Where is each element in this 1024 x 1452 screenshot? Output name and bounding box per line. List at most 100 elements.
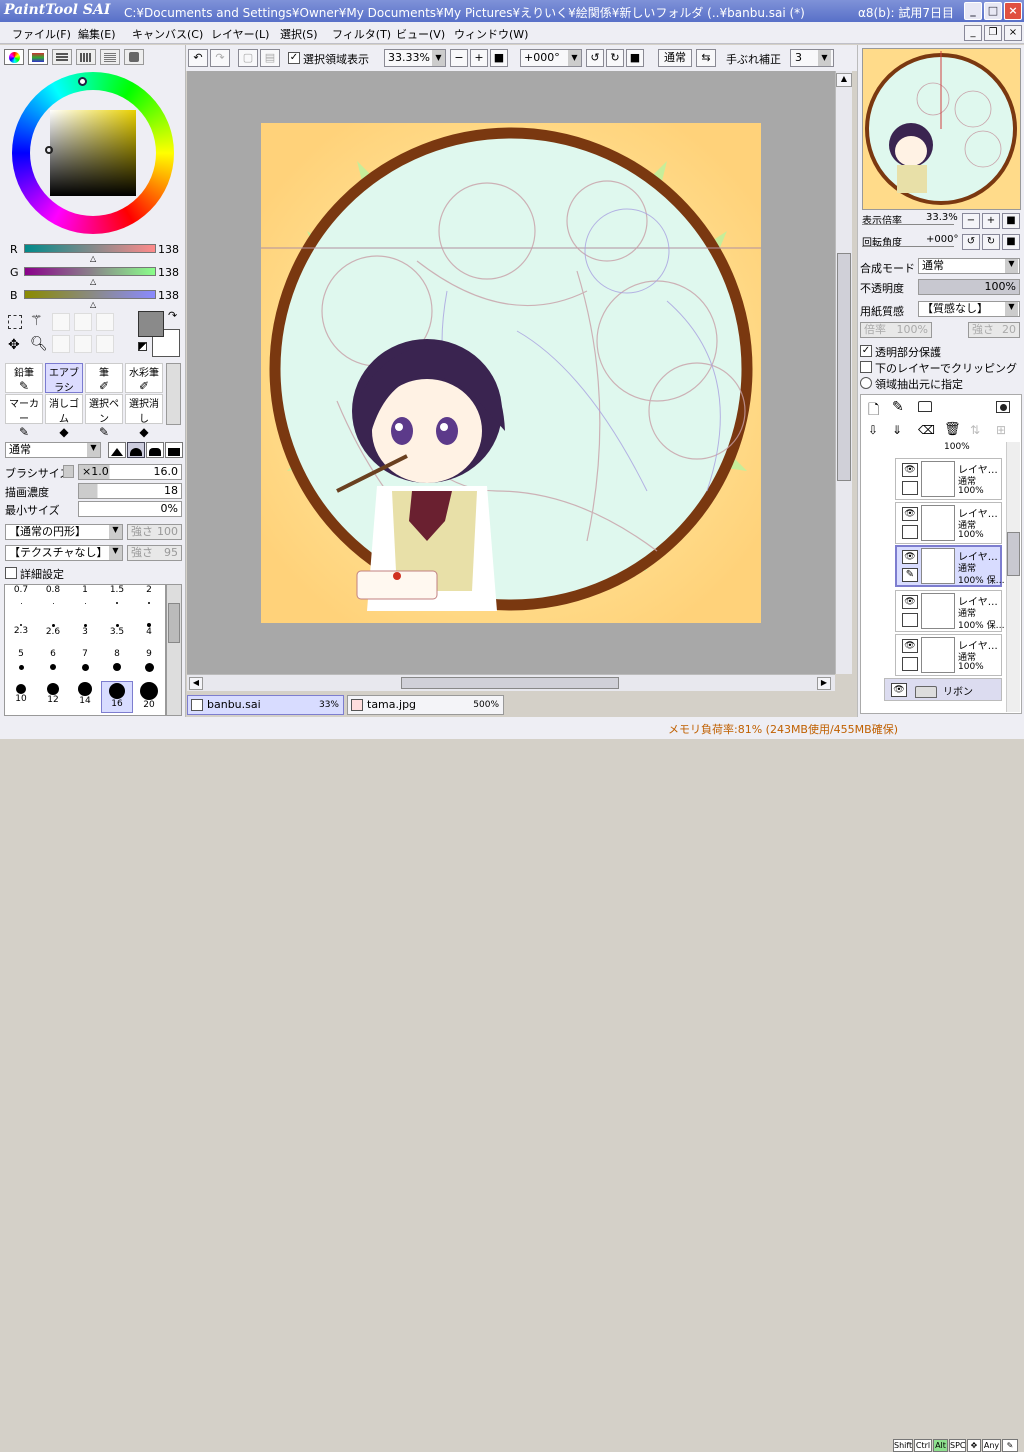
menu-file[interactable]: ファイル(F) [12, 26, 71, 42]
nav-zoom-reset-icon[interactable]: ■ [1002, 213, 1020, 229]
min-size-slider[interactable]: 0% [78, 501, 182, 517]
menu-canvas[interactable]: キャンバス(C) [132, 26, 203, 42]
canvas-vscroll[interactable]: ▲ [835, 71, 852, 674]
brush-size-cell[interactable]: 12 [37, 681, 69, 713]
nav-zoom-slider[interactable] [862, 224, 954, 225]
brush-size-cell[interactable]: 5 [5, 649, 37, 681]
shape-strength[interactable]: 強さ 100 [127, 524, 182, 540]
selection-display-checkbox[interactable]: ✓ [288, 52, 300, 64]
deselect-icon[interactable]: ▢ [238, 49, 258, 67]
new-layer-icon[interactable]: 🗋 [868, 399, 879, 423]
layer-lock-box[interactable] [902, 657, 918, 671]
menu-edit[interactable]: 編集(E) [78, 26, 116, 42]
delete-layer-icon[interactable]: 🗑︎ [944, 422, 961, 437]
layer-scrollbar[interactable] [1006, 442, 1020, 712]
doc-minimize-icon[interactable]: _ [964, 25, 982, 41]
texture-strength[interactable]: 強さ 95 [127, 545, 182, 561]
rect-select-icon[interactable] [8, 315, 22, 329]
menu-window[interactable]: ウィンドウ(W) [454, 26, 528, 42]
foreground-color-swatch[interactable] [138, 311, 164, 337]
reset-colors-icon[interactable] [138, 342, 147, 351]
nav-zoom-in-icon[interactable]: + [982, 213, 1000, 229]
canvas-hscroll[interactable]: ◀ ▶ [187, 674, 835, 691]
eye-icon[interactable]: 👁︎ [902, 550, 918, 564]
brush-size-cell[interactable]: 9 [133, 649, 165, 681]
brush-size-cell[interactable]: 10 [5, 681, 37, 713]
layer-item[interactable]: 👁︎ レイヤ… 通常 100% 保… [895, 590, 1005, 632]
brush-size-cell[interactable]: 2.3 [5, 617, 37, 649]
hsv-slider-tab[interactable] [52, 49, 72, 65]
scratchpad-tab[interactable] [100, 49, 120, 65]
eye-icon[interactable]: 👁︎ [902, 507, 918, 521]
layer-item[interactable]: 👁︎ レイヤ… 通常 100% [895, 458, 1002, 500]
brush-shape-select[interactable]: 【通常の円形】 [5, 524, 123, 540]
color-extra-tab[interactable] [124, 49, 144, 65]
tool-select-pen[interactable]: 選択ペン ✎ [85, 394, 123, 439]
brush-size-cell[interactable]: 1.5 [101, 585, 133, 617]
swatch-tab[interactable] [76, 49, 96, 65]
rotate-left-icon[interactable]: ↺ [586, 49, 604, 67]
artwork-canvas[interactable] [187, 71, 835, 674]
vscroll-thumb[interactable] [837, 253, 851, 481]
brush-size-cell[interactable]: 20 [133, 681, 165, 713]
eye-icon[interactable]: 👁︎ [902, 595, 918, 609]
navigator-preview[interactable] [862, 48, 1021, 210]
b-slider-thumb[interactable]: △ [90, 300, 96, 309]
nav-zoom-out-icon[interactable]: − [962, 213, 980, 229]
zoom-out-icon[interactable]: − [450, 49, 468, 67]
brush-edge-soft[interactable] [146, 442, 164, 458]
layer-item-selected[interactable]: 👁︎ ✎ レイヤ… 通常 100% 保… [895, 545, 1005, 587]
sv-square[interactable] [50, 110, 136, 196]
chevron-down-icon[interactable]: ▼ [432, 50, 445, 66]
eye-icon[interactable]: 👁︎ [891, 683, 907, 697]
nav-rotate-left-icon[interactable]: ↺ [962, 234, 980, 250]
move-layer-down-icon[interactable]: ⇩ [868, 423, 878, 437]
opacity-slider[interactable]: 100% [918, 279, 1020, 295]
menu-select[interactable]: 選択(S) [280, 26, 318, 42]
protect-alpha-checkbox[interactable]: ✓ [860, 345, 872, 357]
nav-rotation-slider[interactable] [862, 246, 954, 247]
tool-pencil[interactable]: 鉛筆 ✎ [5, 363, 43, 393]
doc-restore-icon[interactable]: ❐ [984, 25, 1002, 41]
menu-filter[interactable]: フィルタ(T) [332, 26, 391, 42]
chevron-down-icon[interactable]: ▼ [109, 525, 122, 539]
tool-marker[interactable]: マーカー ✎ [5, 394, 43, 439]
nav-rotate-reset-icon[interactable]: ■ [1002, 234, 1020, 250]
swap-colors-icon[interactable]: ↷ [168, 309, 177, 322]
brush-size-cell[interactable]: 3.5 [101, 617, 133, 649]
color-wheel-tab[interactable] [4, 49, 24, 65]
minimize-icon[interactable]: _ [964, 2, 982, 20]
redo-icon[interactable]: ↷ [210, 49, 230, 67]
zoom-in-icon[interactable]: + [470, 49, 488, 67]
paper-scale[interactable]: 倍率 100% [860, 322, 932, 338]
doc-tab-banbu[interactable]: banbu.sai 33% [187, 695, 344, 715]
brush-size-cell[interactable]: 14 [69, 681, 101, 713]
brush-size-cell[interactable]: 0.8 [37, 585, 69, 617]
eye-icon[interactable]: 👁︎ [902, 639, 918, 653]
brush-size-cell[interactable]: 7 [69, 649, 101, 681]
detail-checkbox[interactable] [5, 567, 17, 579]
brush-edge-medium[interactable] [127, 442, 145, 458]
doc-tab-tama[interactable]: tama.jpg 500% [347, 695, 504, 715]
tool-watercolor[interactable]: 水彩筆 ✐ [125, 363, 163, 393]
brush-size-cell[interactable]: 2 [133, 585, 165, 617]
layer-item[interactable]: 👁︎ レイヤ… 通常 100% [895, 502, 1002, 544]
new-folder-icon[interactable] [918, 401, 932, 412]
brush-edge-flat[interactable] [165, 442, 183, 458]
undo-icon[interactable]: ↶ [188, 49, 208, 67]
chevron-down-icon[interactable]: ▼ [109, 546, 122, 560]
scroll-left-icon[interactable]: ◀ [189, 677, 203, 690]
transfer-icon[interactable]: ⇅ [970, 423, 980, 437]
doc-close-icon[interactable]: × [1004, 25, 1022, 41]
r-slider-thumb[interactable]: △ [90, 254, 96, 263]
tools-scrollbar[interactable] [166, 363, 181, 425]
tool-eraser[interactable]: 消しゴム ◆ [45, 394, 83, 439]
eye-icon[interactable]: 👁︎ [902, 463, 918, 477]
merge-visible-icon[interactable]: ⊞ [996, 423, 1006, 437]
scroll-right-icon[interactable]: ▶ [817, 677, 831, 690]
brush-edge-hard[interactable] [108, 442, 126, 458]
chevron-down-icon[interactable]: ▼ [1005, 259, 1018, 273]
menu-layer[interactable]: レイヤー(L) [211, 26, 269, 42]
brush-texture-select[interactable]: 【テクスチャなし】 [5, 545, 123, 561]
maximize-icon[interactable]: □ [984, 2, 1002, 20]
